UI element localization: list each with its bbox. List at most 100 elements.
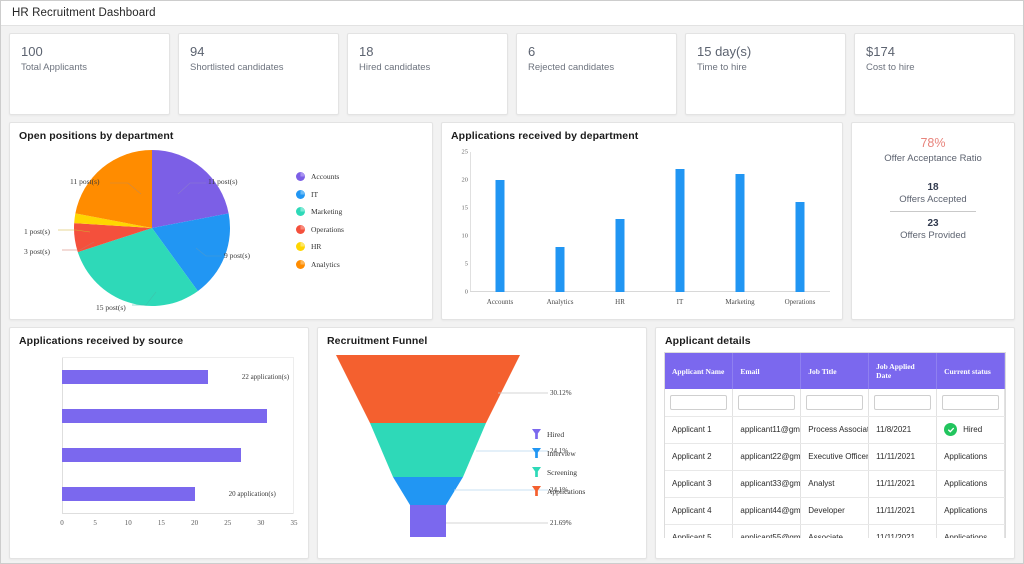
divider (890, 211, 976, 212)
legend-item-hr[interactable]: HR (296, 242, 344, 251)
bar-accounts[interactable] (496, 180, 505, 292)
funnel-segment-screening (370, 423, 486, 477)
kpi-card-shortlisted: 94 Shortlisted candidates (178, 33, 339, 115)
filter-input-email[interactable] (738, 395, 795, 410)
x-tick-label: 15 (158, 519, 165, 527)
legend-item-hired[interactable]: Hired (532, 429, 585, 439)
offer-acceptance-ratio-label: Offer Acceptance Ratio (862, 153, 1004, 164)
legend-label: HR (311, 242, 321, 251)
filter-cell[interactable] (801, 389, 869, 416)
legend-label: Applications (547, 487, 585, 496)
pie-glyph-icon (296, 172, 305, 181)
table-row[interactable]: Applicant 4applicant44@gmai...Developer1… (665, 497, 1005, 524)
table-row[interactable]: Applicant 1applicant11@gmai...Process As… (665, 416, 1005, 443)
table-header-current-status[interactable]: Current status (937, 353, 1005, 389)
filter-input-job-title[interactable] (806, 395, 863, 410)
hbar-3[interactable] (62, 448, 241, 462)
legend-item-screening[interactable]: Screening (532, 467, 585, 477)
table-row[interactable]: Applicant 3applicant33@gmai...Analyst11/… (665, 470, 1005, 497)
filter-cell[interactable] (733, 389, 801, 416)
cell-job-applied-date: 11/8/2021 (869, 416, 937, 443)
bar-operations[interactable] (796, 202, 805, 292)
legend-item-accounts[interactable]: Accounts (296, 172, 344, 181)
kpi-label: Shortlisted candidates (190, 62, 327, 73)
dashboard-body: 100 Total Applicants 94 Shortlisted cand… (1, 26, 1023, 563)
pie-glyph-icon (296, 207, 305, 216)
bar-hr[interactable] (616, 219, 625, 292)
kpi-value: 15 day(s) (697, 43, 834, 60)
legend-label: Interview (547, 449, 576, 458)
pie-chart-svg (72, 148, 232, 308)
pie-label-it: 9 post(s) (224, 251, 250, 260)
table-header-row: Applicant NameEmailJob TitleJob Applied … (665, 353, 1005, 389)
legend-label: Analytics (311, 260, 340, 269)
legend-item-interview[interactable]: Interview (532, 448, 585, 458)
kpi-value: 18 (359, 43, 496, 60)
card-open-positions-by-department: Open positions by department 11 post(s) … (9, 122, 433, 320)
bar-it[interactable] (676, 169, 685, 292)
funnel-legend: Hired Interview Screening Applicati (532, 429, 585, 496)
status-badge: Applications (944, 533, 987, 538)
legend-label: Screening (547, 468, 577, 477)
filter-cell[interactable] (665, 389, 733, 416)
hbar-2[interactable] (62, 409, 267, 423)
bar-analytics[interactable] (556, 247, 565, 292)
bar-marketing[interactable] (736, 174, 745, 292)
kpi-label: Hired candidates (359, 62, 496, 73)
x-tick-label: 0 (60, 519, 64, 527)
y-tick-label: 20 (462, 177, 469, 184)
legend-label: Accounts (311, 172, 339, 181)
y-tick-label: 25 (462, 149, 469, 156)
pie-label-hr: 1 post(s) (24, 227, 50, 236)
card-offer-acceptance: 78% Offer Acceptance Ratio 18 Offers Acc… (851, 122, 1015, 320)
cell-email: applicant55@gmai... (733, 524, 801, 538)
filter-input-applicant-name[interactable] (670, 395, 727, 410)
x-tick-label: Marketing (725, 298, 754, 306)
chart-title: Applications received by department (442, 123, 842, 142)
cell-email: applicant22@gmai... (733, 443, 801, 470)
filter-cell[interactable] (869, 389, 937, 416)
legend-item-operations[interactable]: Operations (296, 225, 344, 234)
legend-item-it[interactable]: IT (296, 190, 344, 199)
cell-job-title: Executive Officer (801, 443, 869, 470)
x-tick-label: HR (615, 298, 625, 306)
pie-chart: 11 post(s) 11 post(s) 9 post(s) 15 post(… (10, 142, 432, 310)
filter-input-job-applied-date[interactable] (874, 395, 931, 410)
legend-item-applications[interactable]: Applications (532, 486, 585, 496)
table-title: Applicant details (656, 328, 1014, 347)
legend-label: IT (311, 190, 318, 199)
legend-item-analytics[interactable]: Analytics (296, 260, 344, 269)
filter-input-current-status[interactable] (942, 395, 999, 410)
filter-cell[interactable] (937, 389, 1005, 416)
kpi-card-time-to-hire: 15 day(s) Time to hire (685, 33, 846, 115)
table-row[interactable]: Applicant 2applicant22@gmai...Executive … (665, 443, 1005, 470)
table-row[interactable]: Applicant 5applicant55@gmai...Associate1… (665, 524, 1005, 538)
kpi-label: Rejected candidates (528, 62, 665, 73)
pie-label-accounts: 11 post(s) (208, 177, 238, 186)
hbar-1[interactable] (62, 370, 208, 384)
kpi-card-hired: 18 Hired candidates (347, 33, 508, 115)
card-applicant-details: Applicant details Applicant NameEmailJob… (655, 327, 1015, 559)
table-header-job-title[interactable]: Job Title (801, 353, 869, 389)
hbar-4[interactable] (62, 487, 195, 501)
chart-title: Open positions by department (10, 123, 432, 142)
x-tick-label: 20 (191, 519, 198, 527)
x-tick-label: 30 (257, 519, 264, 527)
table-header-email[interactable]: Email (733, 353, 801, 389)
table-header-job-applied-date[interactable]: Job Applied Date (869, 353, 937, 389)
funnel-chart: 30.12% 24.1% 24.1% 21.69% Hired Intervie… (318, 347, 646, 542)
status-badge: Hired (963, 425, 982, 434)
horizontal-bar-chart: 05101520253035 22 application(s)20 appli… (16, 351, 298, 536)
cell-job-title: Analyst (801, 470, 869, 497)
kpi-value: 100 (21, 43, 158, 60)
legend-item-marketing[interactable]: Marketing (296, 207, 344, 216)
middle-row: Open positions by department 11 post(s) … (9, 122, 1015, 320)
cell-applicant-name: Applicant 4 (665, 497, 733, 524)
table-header-applicant-name[interactable]: Applicant Name (665, 353, 733, 389)
kpi-value: $174 (866, 43, 1003, 60)
cell-current-status: Hired (937, 416, 1005, 443)
applicant-table-wrapper[interactable]: Applicant NameEmailJob TitleJob Applied … (664, 352, 1006, 538)
funnel-glyph-icon (532, 486, 541, 496)
cell-applicant-name: Applicant 2 (665, 443, 733, 470)
applicant-table: Applicant NameEmailJob TitleJob Applied … (665, 353, 1005, 538)
